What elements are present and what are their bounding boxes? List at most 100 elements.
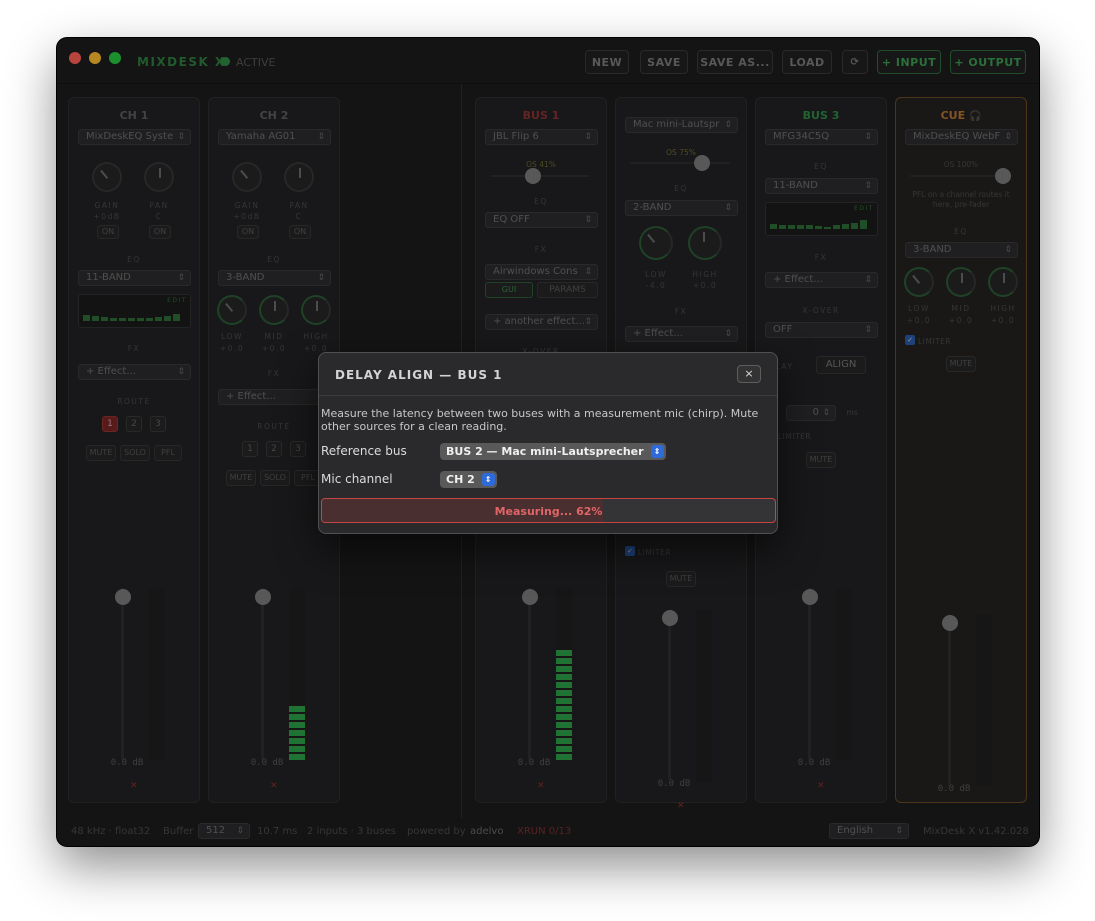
save-as-button[interactable]: SAVE AS...	[697, 50, 773, 74]
pan-on-toggle[interactable]: ON	[149, 225, 171, 239]
route-1-toggle[interactable]: 1	[102, 416, 118, 432]
remove-icon[interactable]: ✕	[537, 781, 545, 791]
fader-track[interactable]	[948, 616, 951, 786]
fader-handle[interactable]	[942, 615, 958, 631]
dialog-close-button[interactable]: ×	[737, 365, 761, 383]
output-device-select[interactable]: JBL Flip 6	[485, 129, 598, 145]
mute-button[interactable]: MUTE	[806, 452, 836, 468]
mute-button[interactable]: MUTE	[86, 445, 116, 461]
pan-on-toggle[interactable]: ON	[289, 225, 311, 239]
fx-slot[interactable]: + Effect...	[78, 364, 191, 380]
fader-handle[interactable]	[522, 589, 538, 605]
eq-low-knob[interactable]	[639, 226, 673, 260]
mic-channel-label: Mic channel	[321, 472, 393, 486]
eq-low-knob[interactable]	[217, 295, 247, 325]
gain-on-toggle[interactable]: ON	[237, 225, 259, 239]
remove-icon[interactable]: ✕	[270, 781, 278, 791]
mic-channel-select[interactable]: CH 2 ⇕	[440, 471, 497, 488]
input-device-select[interactable]: Yamaha AG01	[218, 129, 331, 145]
add-input-button[interactable]: + INPUT	[877, 50, 941, 74]
close-window-button[interactable]	[69, 52, 81, 64]
eq-edit-label[interactable]: EDIT	[167, 297, 187, 304]
fader-handle[interactable]	[662, 610, 678, 626]
eq-edit-label[interactable]: EDIT	[854, 205, 874, 212]
meter-segment	[289, 730, 305, 736]
cue-device-select[interactable]: MixDeskEQ WebF	[905, 129, 1018, 145]
add-output-button[interactable]: + OUTPUT	[950, 50, 1026, 74]
pan-knob[interactable]	[144, 162, 174, 192]
fader-track[interactable]	[261, 588, 264, 760]
fx-slot[interactable]: Airwindows Cons	[485, 264, 598, 280]
buffer-select[interactable]: 512	[198, 823, 250, 839]
save-button[interactable]: SAVE	[640, 50, 688, 74]
gain-knob[interactable]	[92, 162, 122, 192]
refresh-button[interactable]: ⟳	[842, 50, 868, 74]
eq-label: EQ	[127, 255, 141, 264]
eq-high-knob[interactable]	[988, 267, 1018, 297]
limiter-checkbox[interactable]: ✓	[625, 546, 635, 556]
fader-track[interactable]	[668, 610, 671, 780]
eq-mode-select[interactable]: 3-BAND	[218, 270, 331, 286]
new-button[interactable]: NEW	[585, 50, 629, 74]
pan-knob[interactable]	[284, 162, 314, 192]
eq-graph[interactable]: EDIT	[765, 202, 878, 236]
delay-input[interactable]: 0	[786, 405, 836, 421]
eq-mode-select[interactable]: 11-BAND	[78, 270, 191, 286]
language-select[interactable]: English	[829, 823, 909, 839]
route-1-toggle[interactable]: 1	[242, 441, 258, 457]
zoom-window-button[interactable]	[109, 52, 121, 64]
eq-high-knob[interactable]	[688, 226, 722, 260]
eq-mode-select[interactable]: 11-BAND	[765, 178, 878, 194]
remove-icon[interactable]: ✕	[130, 781, 138, 791]
output-device-select[interactable]: MFG34C5Q	[765, 129, 878, 145]
gain-on-toggle[interactable]: ON	[97, 225, 119, 239]
fx-slot[interactable]: + Effect...	[765, 272, 878, 288]
os-slider-track[interactable]	[630, 162, 730, 164]
fader-handle[interactable]	[115, 589, 131, 605]
os-slider-handle[interactable]	[525, 168, 541, 184]
solo-button[interactable]: SOLO	[120, 445, 150, 461]
fx-gui-button[interactable]: GUI	[485, 282, 533, 298]
align-button[interactable]: ALIGN	[816, 356, 866, 374]
limiter-checkbox[interactable]: ✓	[905, 335, 915, 345]
fader-track[interactable]	[528, 588, 531, 760]
xover-mode-select[interactable]: OFF	[765, 322, 878, 338]
eq-mode-select[interactable]: 3-BAND	[905, 242, 1018, 258]
output-device-select[interactable]: Mac mini-Lautspr	[625, 117, 738, 133]
fader-track[interactable]	[121, 588, 124, 760]
eq-mid-knob[interactable]	[259, 295, 289, 325]
route-3-toggle[interactable]: 3	[290, 441, 306, 457]
os-slider-handle[interactable]	[694, 155, 710, 171]
route-3-toggle[interactable]: 3	[150, 416, 166, 432]
remove-icon[interactable]: ✕	[817, 781, 825, 791]
eq-mode-select[interactable]: 2-BAND	[625, 200, 738, 216]
route-2-toggle[interactable]: 2	[266, 441, 282, 457]
eq-mode-select[interactable]: EQ OFF	[485, 212, 598, 228]
fader-track[interactable]	[808, 588, 811, 760]
fx-slot[interactable]: + Effect...	[218, 389, 331, 405]
load-button[interactable]: LOAD	[782, 50, 832, 74]
pfl-button[interactable]: PFL	[154, 445, 182, 461]
mute-button[interactable]: MUTE	[666, 571, 696, 587]
route-label: ROUTE	[117, 397, 151, 406]
remove-icon[interactable]: ✕	[677, 801, 685, 811]
gain-knob[interactable]	[232, 162, 262, 192]
eq-graph[interactable]: EDIT	[78, 294, 191, 328]
eq-mid-knob[interactable]	[946, 267, 976, 297]
mute-button[interactable]: MUTE	[946, 356, 976, 372]
mute-button[interactable]: MUTE	[226, 470, 256, 486]
eq-high-knob[interactable]	[301, 295, 331, 325]
os-slider-handle[interactable]	[995, 168, 1011, 184]
fader-handle[interactable]	[255, 589, 271, 605]
route-2-toggle[interactable]: 2	[126, 416, 142, 432]
fx-slot[interactable]: + Effect...	[625, 326, 738, 342]
eq-low-knob[interactable]	[904, 267, 934, 297]
input-device-select[interactable]: MixDeskEQ Syste	[78, 129, 191, 145]
measure-progress[interactable]: Measuring... 62%	[321, 498, 776, 523]
solo-button[interactable]: SOLO	[260, 470, 290, 486]
fader-handle[interactable]	[802, 589, 818, 605]
reference-bus-select[interactable]: BUS 2 — Mac mini-Lautsprecher ⇕	[440, 443, 666, 460]
minimize-window-button[interactable]	[89, 52, 101, 64]
fx-slot-2[interactable]: + another effect...	[485, 314, 598, 330]
fx-params-button[interactable]: PARAMS	[537, 282, 598, 298]
